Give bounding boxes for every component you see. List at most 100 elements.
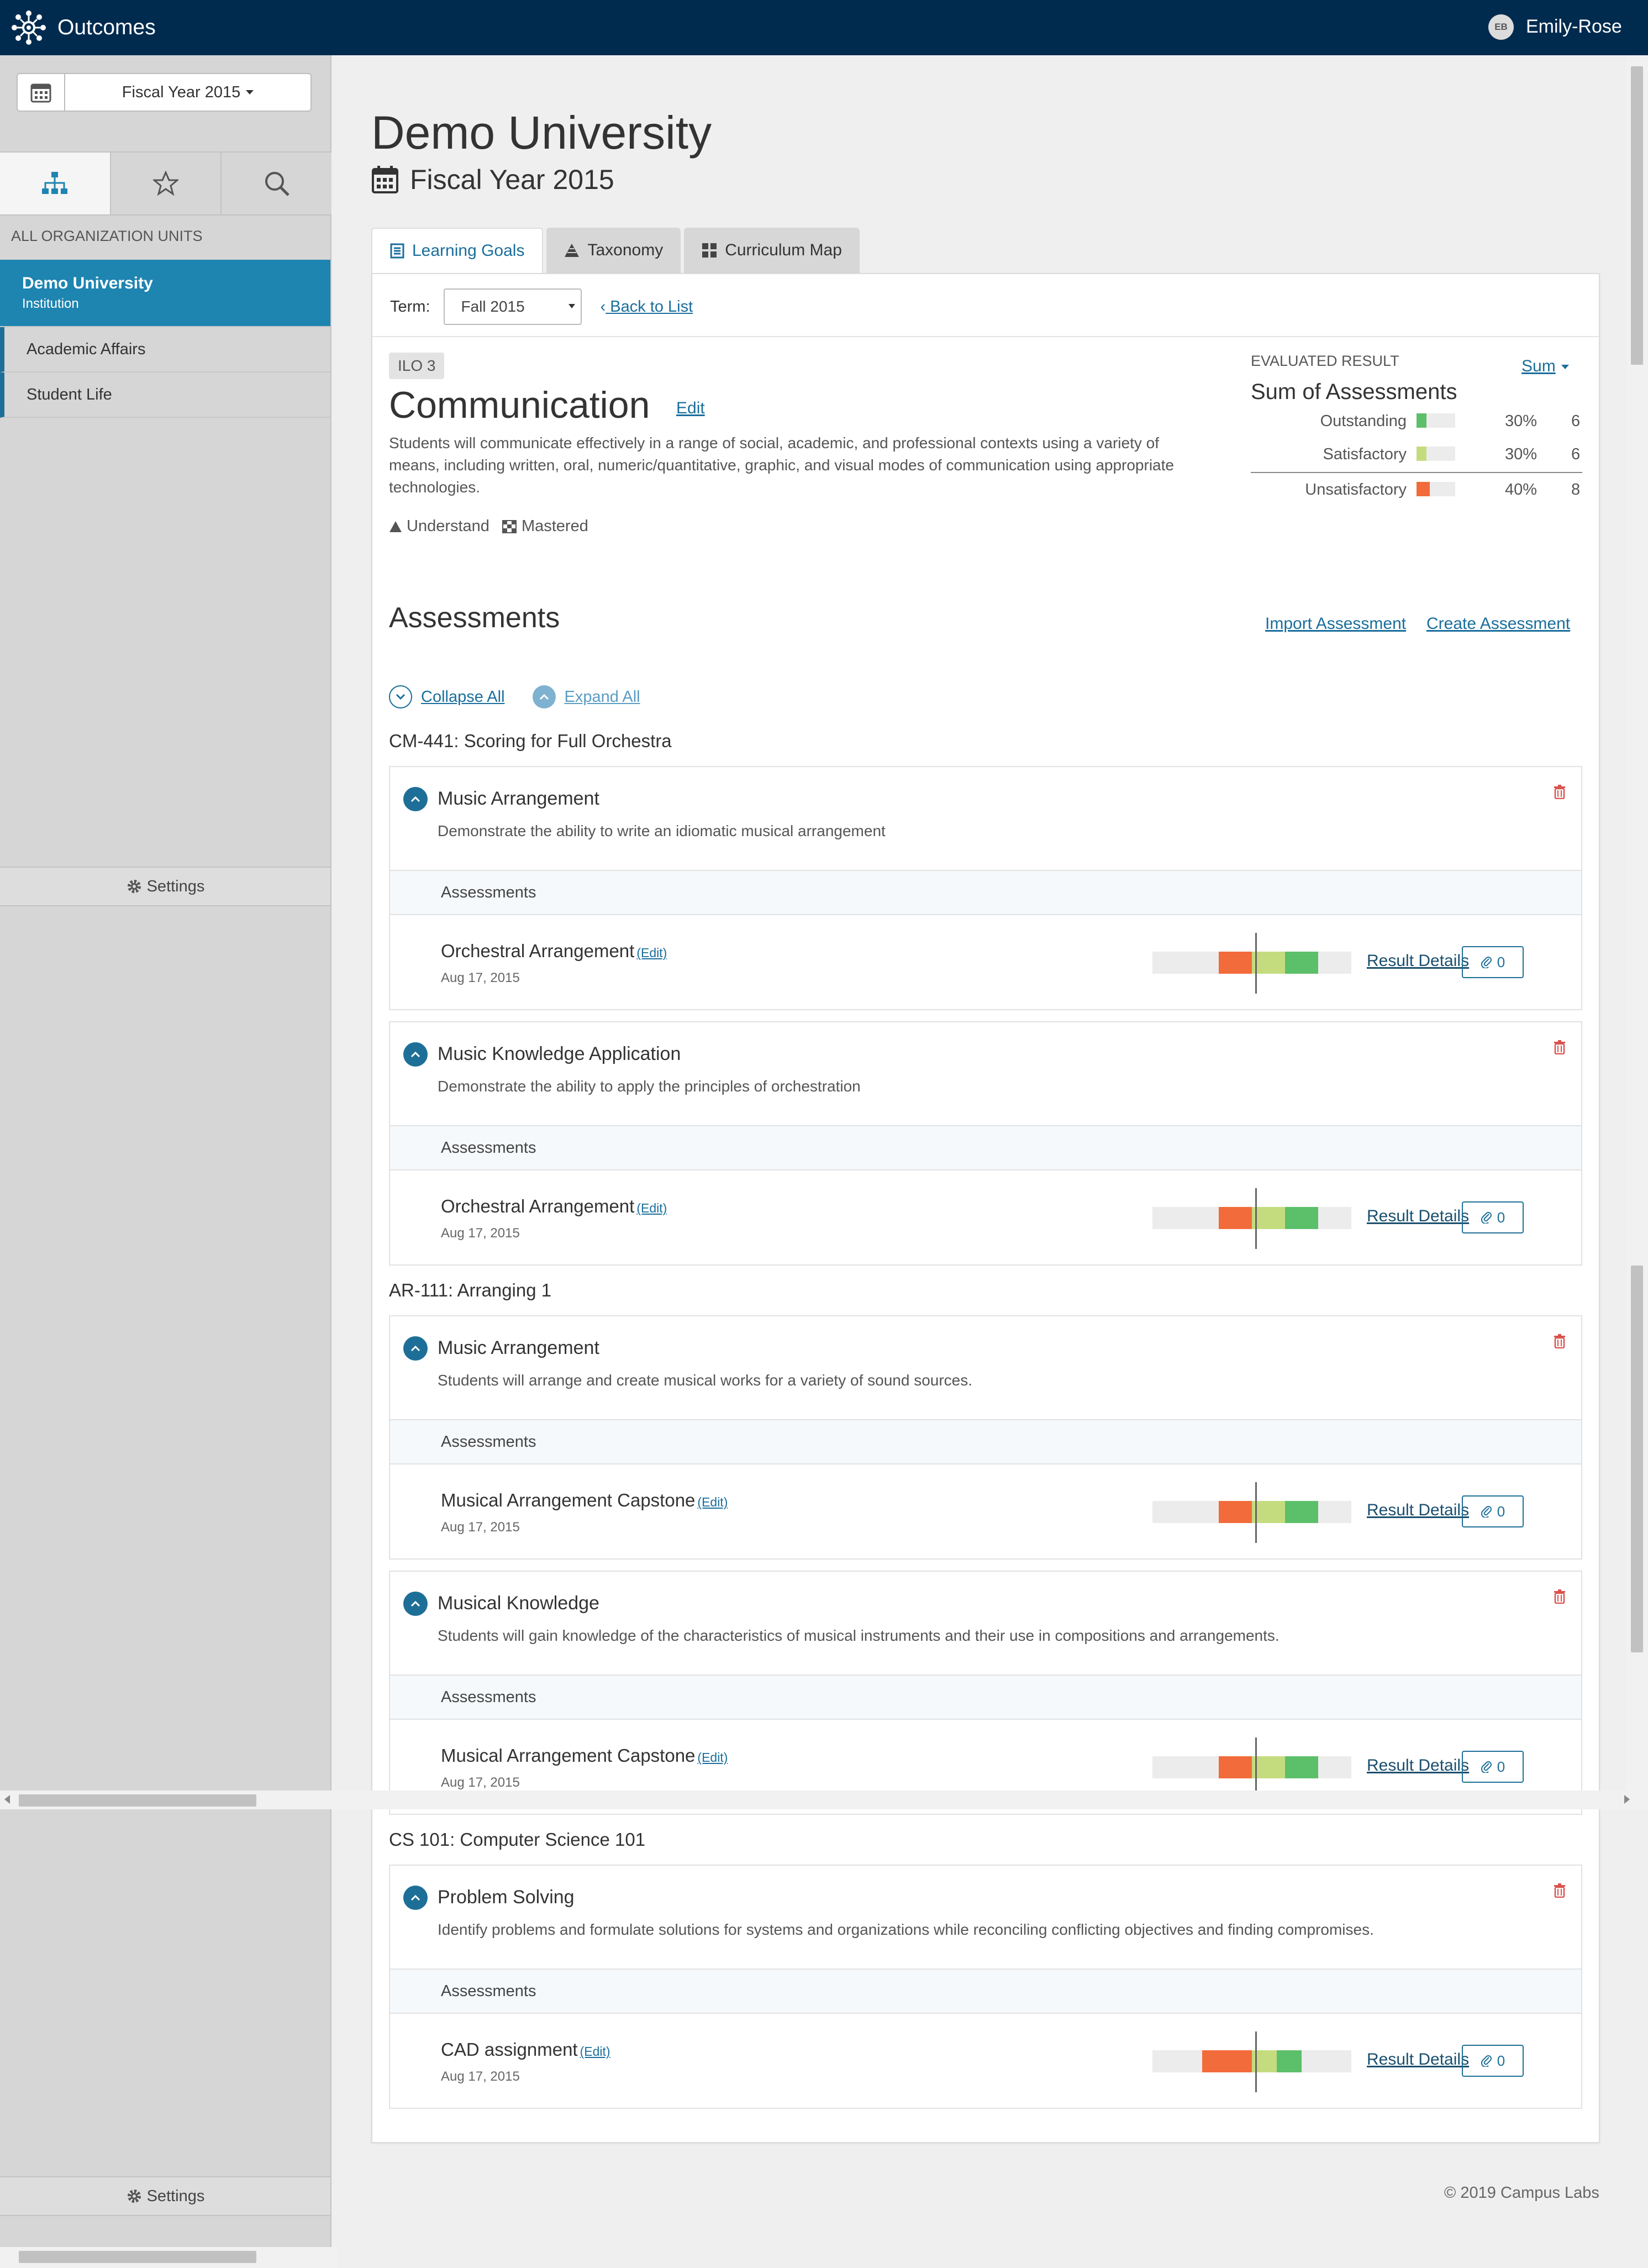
horizontal-scrollbar[interactable] bbox=[0, 2247, 337, 2268]
assessment-date: Aug 17, 2015 bbox=[441, 2069, 520, 2084]
top-bar: Outcomes EB Emily-Rose bbox=[0, 0, 1648, 55]
tab-curriculum-map[interactable]: Curriculum Map bbox=[684, 228, 860, 273]
org-unit-type: Institution bbox=[22, 296, 79, 311]
scrollbar-thumb[interactable] bbox=[1631, 1266, 1643, 1652]
vertical-scrollbar[interactable] bbox=[1626, 55, 1648, 1791]
scroll-right-icon[interactable] bbox=[1624, 1795, 1630, 1804]
org-unit-demo-university[interactable]: Demo University Institution bbox=[0, 260, 330, 327]
sum-label: Sum bbox=[1521, 357, 1556, 375]
sum-dropdown[interactable]: Sum bbox=[1521, 357, 1569, 376]
fiscal-year-dropdown[interactable]: Fiscal Year 2015 bbox=[65, 73, 312, 112]
result-details-link[interactable]: Result Details bbox=[1367, 1207, 1469, 1226]
outcome-card-header: Musical Knowledge Students will gain know… bbox=[390, 1572, 1581, 1674]
chevron-up-icon[interactable] bbox=[532, 685, 556, 708]
trash-icon[interactable] bbox=[1554, 1589, 1566, 1607]
result-segment-outstanding bbox=[1285, 952, 1318, 974]
outcome-title: Problem Solving bbox=[438, 1887, 575, 1908]
scrollbar-thumb[interactable] bbox=[1631, 66, 1643, 365]
chevron-up-icon[interactable] bbox=[403, 1886, 428, 1910]
result-details-link[interactable]: Result Details bbox=[1367, 1756, 1469, 1775]
trash-icon[interactable] bbox=[1554, 1040, 1566, 1057]
import-assessment-link[interactable]: Import Assessment bbox=[1265, 615, 1406, 633]
eval-count: 6 bbox=[1571, 412, 1581, 430]
page-title: Demo University bbox=[371, 107, 712, 159]
scrollbar-thumb[interactable] bbox=[19, 2251, 256, 2263]
term-select[interactable]: Fall 2015 bbox=[443, 288, 582, 325]
attachments-button[interactable]: 0 bbox=[1462, 2045, 1524, 2077]
user-name[interactable]: Emily-Rose bbox=[1526, 16, 1622, 38]
settings-button[interactable]: Settings bbox=[0, 867, 330, 906]
assessment-edit-link[interactable]: (Edit) bbox=[636, 1201, 667, 1215]
eval-percent: 30% bbox=[1505, 412, 1538, 430]
assessments-heading: Assessments bbox=[389, 602, 560, 634]
app-title[interactable]: Outcomes bbox=[57, 15, 156, 40]
user-avatar[interactable]: EB bbox=[1488, 14, 1514, 40]
result-segment-outstanding bbox=[1285, 1756, 1318, 1778]
back-link-label: Back to List bbox=[610, 297, 693, 316]
tab-taxonomy[interactable]: Taxonomy bbox=[546, 228, 681, 273]
paperclip-icon bbox=[1481, 2055, 1492, 2067]
trash-icon[interactable] bbox=[1554, 785, 1566, 802]
result-details-link[interactable]: Result Details bbox=[1367, 1501, 1469, 1520]
back-to-list-link[interactable]: ‹ Back to List bbox=[601, 298, 693, 316]
horizontal-scrollbar[interactable] bbox=[0, 1791, 1648, 1809]
attachments-button[interactable]: 0 bbox=[1462, 946, 1524, 978]
paperclip-icon bbox=[1481, 957, 1492, 968]
eval-row-satisfactory: Satisfactory 30% 6 bbox=[1251, 438, 1582, 471]
outcome-card-header: Music Arrangement Students will arrange a… bbox=[390, 1316, 1581, 1419]
org-unit-student-life[interactable]: Student Life bbox=[0, 372, 330, 418]
outcome-card: Music Knowledge Application Demonstrate t… bbox=[389, 1021, 1582, 1266]
assessment-date: Aug 17, 2015 bbox=[441, 1226, 520, 1241]
chevron-up-icon[interactable] bbox=[403, 1592, 428, 1616]
fiscal-year-text: Fiscal Year 2015 bbox=[410, 164, 614, 195]
attachments-button[interactable]: 0 bbox=[1462, 1201, 1524, 1233]
assessment-row: Orchestral Arrangement (Edit) Aug 17, 2015… bbox=[390, 915, 1581, 1009]
outcomes-logo-icon[interactable] bbox=[11, 10, 46, 45]
result-segment-unsatisfactory bbox=[1219, 1501, 1252, 1523]
mastery-tag: Mastered bbox=[521, 517, 588, 535]
assessment-edit-link[interactable]: (Edit) bbox=[580, 2044, 610, 2059]
eval-bar bbox=[1417, 482, 1455, 496]
scroll-left-icon[interactable] bbox=[4, 1795, 10, 1804]
org-unit-academic-affairs[interactable]: Academic Affairs bbox=[0, 327, 330, 372]
eval-percent: 30% bbox=[1505, 445, 1538, 463]
calendar-button[interactable] bbox=[17, 73, 65, 112]
result-details-link[interactable]: Result Details bbox=[1367, 952, 1469, 970]
result-segment-outstanding bbox=[1277, 2050, 1302, 2072]
assessment-edit-link[interactable]: (Edit) bbox=[697, 1495, 728, 1509]
eval-row-unsatisfactory: Unsatisfactory 40% 8 bbox=[1251, 473, 1582, 506]
attachments-button[interactable]: 0 bbox=[1462, 1495, 1524, 1527]
evaluated-result-title: Sum of Assessments bbox=[1251, 380, 1457, 404]
term-label: Term: bbox=[390, 297, 430, 316]
create-assessment-link[interactable]: Create Assessment bbox=[1426, 615, 1570, 633]
assessments-subheader: Assessments bbox=[390, 1419, 1581, 1464]
settings-button-bottom[interactable]: Settings bbox=[0, 2176, 330, 2216]
pyramid-icon bbox=[565, 244, 580, 257]
goal-edit-link[interactable]: Edit bbox=[676, 399, 705, 418]
assessment-edit-link[interactable]: (Edit) bbox=[697, 1750, 728, 1765]
assessment-edit-link[interactable]: (Edit) bbox=[636, 946, 667, 960]
attachments-button[interactable]: 0 bbox=[1462, 1751, 1524, 1783]
result-segment-outstanding bbox=[1285, 1207, 1318, 1229]
trash-icon[interactable] bbox=[1554, 1883, 1566, 1901]
tab-org-hierarchy[interactable] bbox=[0, 153, 111, 214]
chevron-up-icon[interactable] bbox=[403, 1042, 428, 1067]
scrollbar-thumb[interactable] bbox=[19, 1794, 256, 1807]
result-details-link[interactable]: Result Details bbox=[1367, 2050, 1469, 2069]
tab-favorites[interactable] bbox=[110, 153, 222, 214]
chevron-left-icon: ‹ bbox=[600, 297, 606, 316]
chevron-down-icon[interactable] bbox=[389, 685, 412, 708]
chevron-up-icon[interactable] bbox=[403, 787, 428, 811]
outcome-description: Identify problems and formulate solution… bbox=[438, 1921, 1374, 1938]
attachment-count: 0 bbox=[1497, 2052, 1505, 2069]
assessment-name: CAD assignment bbox=[441, 2039, 578, 2060]
chevron-up-icon[interactable] bbox=[403, 1336, 428, 1361]
trash-icon[interactable] bbox=[1554, 1334, 1566, 1351]
assessment-date: Aug 17, 2015 bbox=[441, 970, 520, 985]
tab-search[interactable] bbox=[222, 153, 332, 214]
result-bar bbox=[1152, 2050, 1351, 2072]
expand-all-link[interactable]: Expand All bbox=[565, 688, 640, 706]
tab-learning-goals[interactable]: Learning Goals bbox=[371, 228, 544, 273]
settings-label: Settings bbox=[146, 2187, 205, 2205]
collapse-all-link[interactable]: Collapse All bbox=[421, 688, 505, 706]
